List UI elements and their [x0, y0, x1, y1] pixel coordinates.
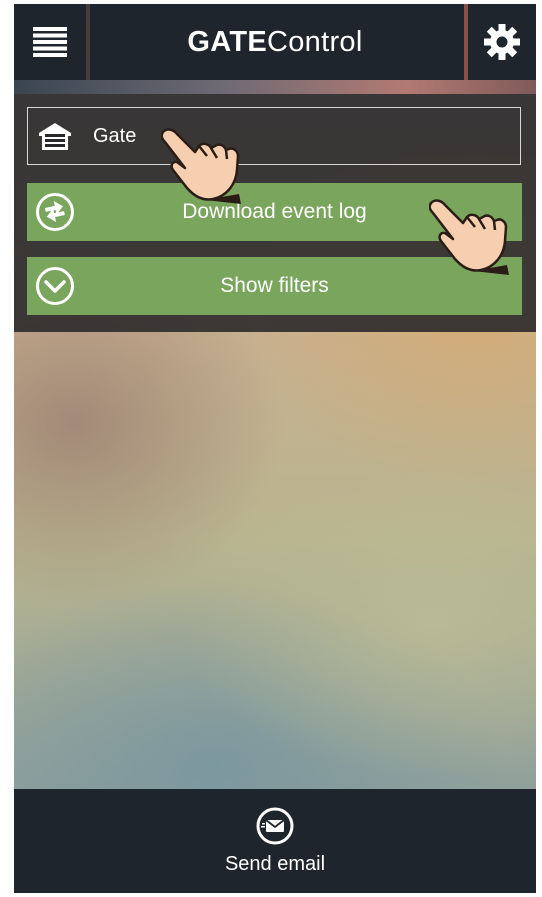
app-title: GATE Control: [90, 4, 460, 80]
header-divider: [14, 80, 536, 94]
hamburger-menu-icon: [33, 27, 67, 57]
garage-icon: [39, 123, 71, 150]
pointing-hand-icon: [429, 199, 509, 275]
app-screen: GATE Control Gate Download event log Sho…: [14, 4, 536, 893]
send-email-button[interactable]: Send email: [14, 789, 536, 893]
mail-icon: [256, 807, 294, 844]
show-filters-label: Show filters: [220, 274, 329, 297]
settings-button[interactable]: [464, 4, 536, 80]
gate-selector-label: Gate: [93, 124, 137, 147]
app-title-bold: GATE: [187, 25, 267, 58]
menu-button[interactable]: [14, 4, 90, 80]
app-title-light: Control: [267, 25, 363, 58]
sync-arrows-icon: [36, 193, 74, 231]
gate-selector[interactable]: Gate: [27, 107, 521, 165]
pointing-hand-icon: [161, 128, 241, 204]
send-email-label: Send email: [224, 852, 326, 875]
gear-icon: [484, 24, 520, 60]
chevron-down-circle-icon: [36, 267, 74, 305]
app-header: GATE Control: [14, 4, 536, 80]
